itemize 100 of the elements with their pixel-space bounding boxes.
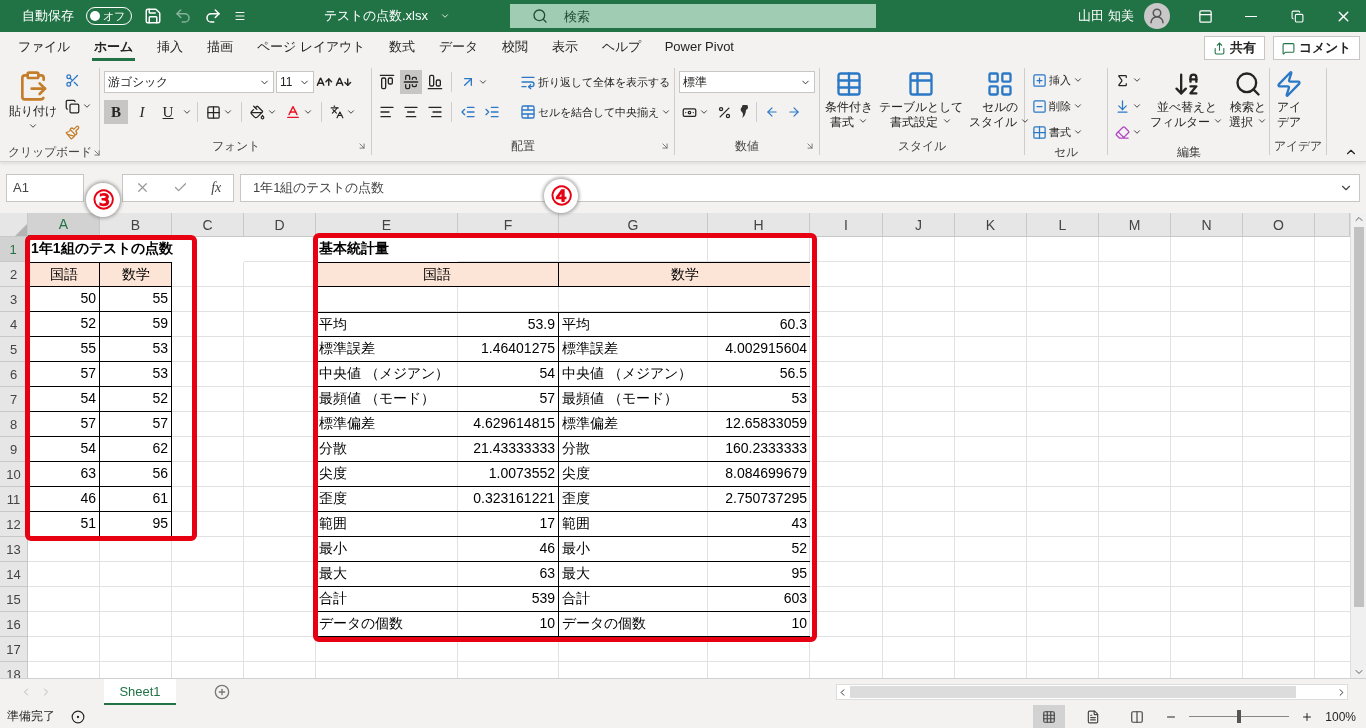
indent-icon (484, 104, 500, 120)
row-header[interactable]: 7 (0, 387, 28, 412)
vertical-align-button[interactable] (400, 70, 422, 94)
column-header[interactable]: I (810, 213, 883, 237)
dialog-launcher-icon[interactable] (660, 141, 670, 151)
row-header[interactable]: 13 (0, 537, 28, 562)
panel-icon (1197, 8, 1213, 24)
menu-tab[interactable]: ヘルプ (599, 35, 643, 61)
row-header[interactable]: 16 (0, 612, 28, 637)
avatar[interactable] (1144, 3, 1170, 29)
menu-tab[interactable]: 表示 (549, 35, 580, 61)
font-style-button[interactable]: B (104, 100, 128, 124)
menu-tab[interactable]: ファイル (16, 35, 72, 61)
style-button[interactable]: セルの スタイル (968, 68, 1032, 132)
column-header[interactable]: O (1243, 213, 1315, 237)
group-label: 配置 (511, 137, 535, 155)
table-cell: 0.323161221 (458, 487, 559, 512)
row-header[interactable]: 8 (0, 412, 28, 437)
menu-tab[interactable]: Power Pivot (662, 35, 736, 61)
column-header[interactable]: L (1027, 213, 1099, 237)
header-cell: 国語 (28, 262, 100, 287)
font-style-button[interactable]: U (156, 100, 180, 124)
style-button[interactable]: 条件付き 書式 (824, 68, 874, 132)
dialog-launcher-icon[interactable] (805, 141, 815, 151)
comma-icon (740, 105, 748, 119)
column-header[interactable]: D (244, 213, 316, 237)
row-header[interactable]: 5 (0, 337, 28, 362)
search-field[interactable]: 検索 (510, 4, 876, 28)
table-cell: 最大 (316, 562, 458, 587)
record-icon[interactable] (71, 709, 85, 724)
row-header[interactable]: 12 (0, 512, 28, 537)
menu-tab[interactable]: ホーム (92, 35, 135, 61)
sheet-tab[interactable]: Sheet1 (104, 679, 176, 705)
user-name: 山田 知美 (1078, 7, 1134, 25)
undo-icon[interactable] (174, 7, 192, 25)
customize-icon[interactable] (234, 10, 246, 22)
menu-tab[interactable]: 校閲 (499, 35, 530, 61)
font-size-field[interactable]: 11 (276, 71, 314, 93)
row-header[interactable]: 9 (0, 437, 28, 462)
cells-button[interactable]: 挿入 (1029, 68, 1086, 92)
row-header[interactable]: 1 (0, 237, 28, 262)
menu-tab[interactable]: ページ レイアウト (255, 35, 367, 61)
row-header[interactable]: 15 (0, 587, 28, 612)
table-cell: 21.43333333 (458, 437, 559, 462)
column-header[interactable]: K (955, 213, 1027, 237)
save-icon[interactable] (144, 7, 162, 25)
insert-function-button[interactable]: fx (211, 179, 222, 196)
comment-button[interactable]: コメント (1273, 36, 1360, 60)
editing-button[interactable]: 並べ替えと フィルター (1149, 68, 1225, 132)
table-cell: 55 (28, 337, 100, 362)
column-header[interactable]: A (28, 213, 100, 237)
horizontal-scrollbar[interactable] (836, 684, 1348, 700)
scroll-thumb[interactable] (1353, 227, 1364, 607)
cells-button[interactable]: 書式 (1029, 120, 1086, 144)
merge-button[interactable]: セルを結合して中央揃え (517, 100, 674, 124)
row-header[interactable]: 2 (0, 262, 28, 287)
paste-button[interactable]: 貼り付け (8, 68, 58, 133)
dialog-launcher-icon[interactable] (357, 141, 367, 151)
row-header[interactable]: 4 (0, 312, 28, 337)
align-right-icon (427, 104, 443, 120)
search-input[interactable]: 検索 (562, 7, 842, 25)
editing-button[interactable]: 検索と 選択 (1228, 68, 1268, 132)
column-header[interactable]: N (1171, 213, 1243, 237)
menu-tab[interactable]: データ (436, 35, 480, 61)
font-style-button[interactable]: I (130, 100, 154, 124)
column-header[interactable]: C (172, 213, 244, 237)
menu-tab[interactable]: 数式 (386, 35, 417, 61)
row-header[interactable]: 11 (0, 487, 28, 512)
cells-button[interactable]: 削除 (1029, 94, 1086, 118)
redo-icon[interactable] (204, 7, 222, 25)
table-cell: 標準偏差 (316, 412, 458, 437)
table-cell: 17 (458, 512, 559, 537)
style-button[interactable]: テーブルとして 書式設定 (878, 68, 964, 132)
table-cell: 53.9 (458, 312, 559, 337)
group-label: 編集 (1176, 144, 1201, 161)
zoom-in-icon[interactable] (1301, 710, 1314, 723)
column-header[interactable]: J (883, 213, 955, 237)
menu-tab[interactable]: 描画 (205, 35, 235, 61)
menu-tab[interactable]: 挿入 (155, 35, 185, 61)
wrap-text-button[interactable]: 折り返して全体を表示する (517, 70, 673, 94)
caret-icon (346, 107, 356, 117)
add-sheet-icon[interactable] (214, 684, 230, 700)
row-header[interactable]: 6 (0, 362, 28, 387)
dialog-launcher-icon[interactable] (92, 147, 102, 158)
right-arrow-icon (787, 105, 801, 119)
number-format-field[interactable]: 標準 (679, 71, 815, 93)
row-header[interactable]: 3 (0, 287, 28, 312)
font-name-field[interactable]: 游ゴシック (104, 71, 274, 93)
row-header[interactable]: 10 (0, 462, 28, 487)
share-button[interactable]: 共有 (1204, 36, 1265, 60)
row-header[interactable]: 14 (0, 562, 28, 587)
column-header[interactable]: M (1099, 213, 1171, 237)
row-header[interactable]: 17 (0, 637, 28, 662)
ideas-button[interactable]: アイ デア (1274, 68, 1304, 132)
percent-icon (717, 104, 732, 120)
table-cell: 539 (458, 587, 559, 612)
caret-icon (1256, 116, 1267, 126)
normal-view-button[interactable] (1033, 705, 1066, 728)
name-box[interactable]: A1 (6, 173, 84, 202)
row-header[interactable]: 18 (0, 662, 28, 678)
